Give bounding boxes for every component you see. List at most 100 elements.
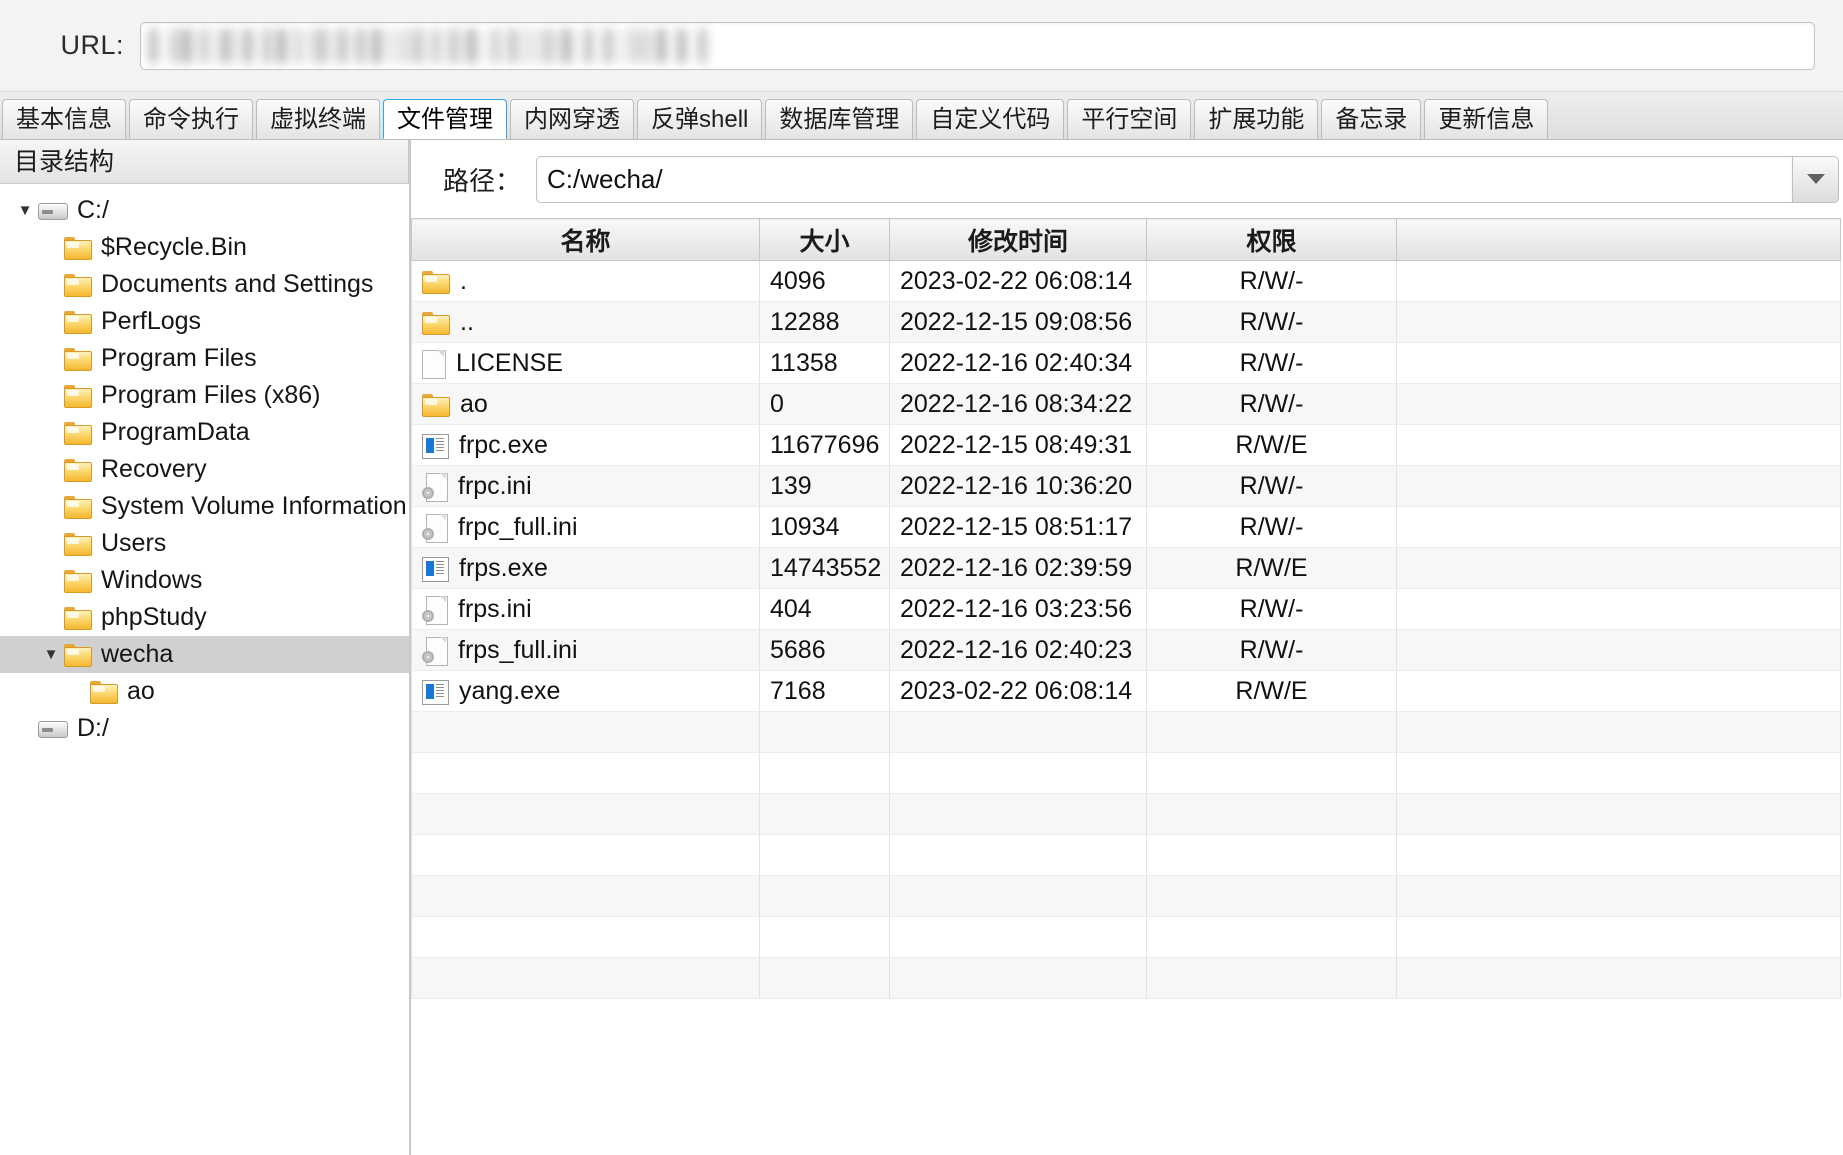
file-name-label: frpc_full.ini [458,512,578,541]
tree-node[interactable]: Users [0,525,409,562]
tab-9[interactable]: 扩展功能 [1194,99,1319,139]
file-table-empty-cell [1396,793,1841,835]
file-table-column-header[interactable] [1396,218,1841,261]
file-table-empty-cell [1146,957,1397,999]
file-table-row[interactable]: frps_full.ini 5686 2022-12-16 02:40:23 R/W/… [411,629,1841,671]
file-table-column-header[interactable]: 大小 [759,218,890,261]
tab-4[interactable]: 内网穿透 [510,99,634,139]
tab-6[interactable]: 数据库管理 [765,99,914,139]
file-table-row[interactable]: . 4096 2023-02-22 06:08:14 R/W/- [411,260,1841,302]
tree-node[interactable]: System Volume Information [0,488,409,525]
file-name-cell[interactable]: frps.exe [411,547,760,589]
folder-icon [422,311,450,335]
file-name-cell[interactable]: frps_full.ini [411,629,760,671]
file-table-column-header[interactable]: 权限 [1146,218,1397,261]
file-name-cell[interactable]: yang.exe [411,670,760,712]
file-name-label: frps.ini [458,594,532,623]
tab-5[interactable]: 反弹shell [637,99,763,139]
folder-icon [64,459,92,482]
directory-tree[interactable]: ▼ C:/ $Recycle.Bin Documents and Settings Pe… [0,184,409,747]
path-input[interactable]: C:/wecha/ [536,155,1792,203]
file-name-cell[interactable]: frpc.exe [411,424,760,466]
file-table-row[interactable]: frps.exe 14743552 2022-12-16 02:39:59 R/W/E [411,547,1841,589]
file-table-row[interactable]: frpc.ini 139 2022-12-16 10:36:20 R/W/- [411,465,1841,507]
file-table-column-header[interactable]: 名称 [411,218,760,261]
file-size-cell: 7168 [759,670,890,712]
file-name-cell[interactable]: ao [411,383,760,425]
file-table-empty-row [411,793,1841,835]
folder-icon [90,681,118,704]
file-table-row[interactable]: LICENSE 11358 2022-12-16 02:40:34 R/W/- [411,342,1841,384]
tab-1[interactable]: 命令执行 [129,99,253,139]
file-name-label: frpc.ini [458,471,532,500]
file-name-label: .. [460,307,474,336]
file-size-cell: 14743552 [759,547,890,589]
tree-node[interactable]: D:/ [0,710,409,747]
executable-icon [422,679,449,705]
file-permission-cell: R/W/- [1146,260,1397,302]
tab-0[interactable]: 基本信息 [2,99,126,139]
file-table-row[interactable]: frpc.exe 11677696 2022-12-15 08:49:31 R/W/E [411,424,1841,466]
tree-node[interactable]: ▼ C:/ [0,192,409,229]
file-table-body[interactable]: . 4096 2023-02-22 06:08:14 R/W/-.. 12288 2022… [411,260,1841,999]
tree-node[interactable]: Windows [0,562,409,599]
tree-node[interactable]: ▼ wecha [0,636,409,673]
file-name-cell[interactable]: .. [411,301,760,343]
executable-icon [422,433,449,459]
url-bar: URL: [0,0,1843,92]
file-table-column-header[interactable]: 修改时间 [889,218,1147,261]
file-size-cell: 139 [759,465,890,507]
file-table-empty-cell [1396,916,1841,958]
file-mtime-cell: 2022-12-16 10:36:20 [889,465,1147,507]
directory-tree-panel: 目录结构 ▼ C:/ $Recycle.Bin Documents and Setti… [0,140,411,1155]
file-table-empty-cell [889,793,1147,835]
tree-expand-toggle-icon[interactable]: ▼ [38,646,64,663]
tab-10[interactable]: 备忘录 [1321,99,1422,139]
file-permission-cell: R/W/- [1146,506,1397,548]
tree-node[interactable]: Program Files (x86) [0,377,409,414]
file-name-label: frps_full.ini [458,635,578,664]
file-size-cell: 10934 [759,506,890,548]
tab-3[interactable]: 文件管理 [383,99,507,139]
file-table-empty-row [411,711,1841,753]
file-mtime-cell: 2023-02-22 06:08:14 [889,260,1147,302]
file-name-cell[interactable]: frps.ini [411,588,760,630]
file-table-row[interactable]: ao 0 2022-12-16 08:34:22 R/W/- [411,383,1841,425]
file-permission-cell: R/W/- [1146,629,1397,671]
file-name-cell[interactable]: frpc.ini [411,465,760,507]
tree-node[interactable]: Recovery [0,451,409,488]
tab-7[interactable]: 自定义代码 [916,99,1065,139]
url-input[interactable] [140,21,1815,70]
file-table-row[interactable]: frps.ini 404 2022-12-16 03:23:56 R/W/- [411,588,1841,630]
tree-node[interactable]: ao [0,673,409,710]
file-name-cell[interactable]: LICENSE [411,342,760,384]
tree-node[interactable]: Program Files [0,340,409,377]
tab-11[interactable]: 更新信息 [1424,99,1549,139]
file-extra-cell [1396,465,1841,507]
tree-node-label: Windows [101,566,203,594]
tree-node[interactable]: Documents and Settings [0,266,409,303]
folder-icon [64,237,92,260]
tree-node[interactable]: PerfLogs [0,303,409,340]
tab-8[interactable]: 平行空间 [1067,99,1192,139]
tree-node[interactable]: $Recycle.Bin [0,229,409,266]
file-name-cell[interactable]: frpc_full.ini [411,506,760,548]
config-file-icon [422,513,448,543]
tree-expand-toggle-icon[interactable]: ▼ [12,202,38,219]
file-name-cell[interactable]: . [411,260,760,302]
file-name-wrap: .. [422,308,749,337]
tree-node[interactable]: phpStudy [0,599,409,636]
file-table-row[interactable]: frpc_full.ini 10934 2022-12-15 08:51:17 R/W… [411,506,1841,548]
file-extra-cell [1396,547,1841,589]
file-table-row[interactable]: yang.exe 7168 2023-02-22 06:08:14 R/W/E [411,670,1841,712]
tree-node[interactable]: ProgramData [0,414,409,451]
folder-icon [422,393,450,417]
document-icon [422,349,446,379]
executable-icon [422,556,449,582]
tab-2[interactable]: 虚拟终端 [256,99,380,139]
file-table-row[interactable]: .. 12288 2022-12-15 09:08:56 R/W/- [411,301,1841,343]
file-name-label: frps.exe [459,553,548,582]
path-dropdown-button[interactable] [1792,155,1839,203]
file-size-cell: 404 [759,588,890,630]
tree-node-label: Program Files [101,344,257,372]
